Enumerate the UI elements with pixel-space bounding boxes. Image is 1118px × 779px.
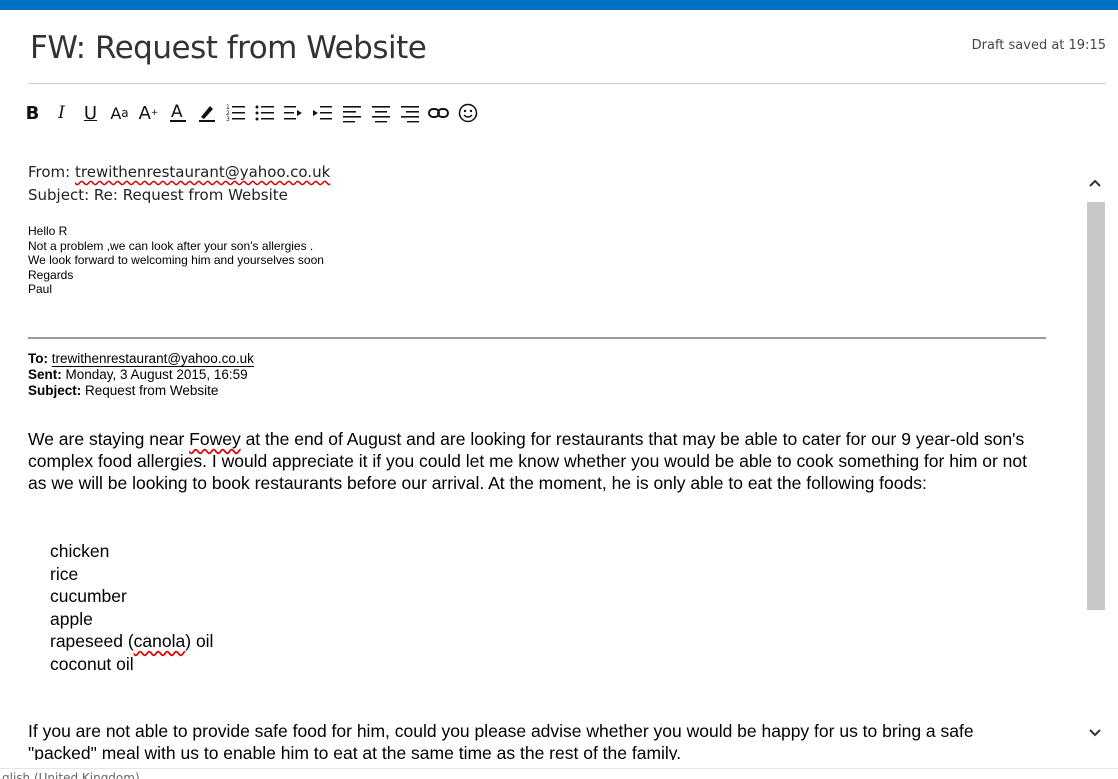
draft-status: Draft saved at 19:15	[971, 38, 1106, 53]
to-line: To: trewithenrestaurant@yahoo.co.uk	[28, 351, 254, 366]
reply-line: Paul	[28, 282, 53, 296]
original-paragraph: We are staying near Fowey at the end of …	[28, 429, 1028, 493]
list-item: cucumber	[50, 586, 127, 607]
closing-paragraph: If you are not able to provide safe food…	[28, 721, 974, 760]
from-label: From:	[28, 163, 71, 181]
svg-text:A: A	[171, 102, 183, 122]
original-message-header: To: trewithenrestaurant@yahoo.co.uk Sent…	[28, 351, 254, 399]
food-list: chicken rice cucumber apple rapeseed (ca…	[50, 540, 213, 676]
page-title[interactable]: FW: Request from Website	[30, 30, 427, 66]
vertical-scrollbar[interactable]	[1083, 158, 1107, 763]
reply-line: We look forward to welcoming him and you…	[28, 253, 324, 267]
misspelled-word: Fowey	[189, 429, 241, 449]
title-row: FW: Request from Website Draft saved at …	[0, 10, 1118, 84]
quote-divider	[28, 337, 1046, 339]
align-left-icon[interactable]	[339, 97, 364, 129]
increase-indent-icon[interactable]	[310, 97, 335, 129]
list-item: rice	[50, 563, 79, 584]
original-subject-line: Subject: Request from Website	[28, 383, 219, 398]
reply-line: Hello R	[28, 224, 68, 238]
reply-line: Not a problem ,we can look after your so…	[28, 238, 314, 253]
scroll-down-button[interactable]	[1083, 718, 1107, 748]
forward-subject-line: Subject: Re: Request from Website	[28, 186, 288, 204]
align-right-icon[interactable]	[397, 97, 422, 129]
title-divider	[28, 83, 1106, 84]
grow-font-icon[interactable]: A +	[136, 97, 161, 129]
italic-icon[interactable]: I	[49, 97, 74, 129]
list-item: chicken	[50, 541, 110, 561]
scroll-up-button[interactable]	[1083, 168, 1107, 198]
bold-icon[interactable]: B	[20, 97, 45, 129]
misspelled-word: canola	[133, 631, 186, 652]
list-item: rapeseed (canola) oil	[50, 631, 214, 652]
align-center-icon[interactable]	[368, 97, 393, 129]
formatting-toolbar: B I U Aa A + A 123	[20, 97, 484, 129]
font-size-icon[interactable]: Aa	[107, 97, 132, 129]
font-color-icon[interactable]: A	[165, 97, 190, 129]
list-item: coconut oil	[50, 653, 134, 674]
list-item: apple	[50, 608, 93, 629]
emoji-icon[interactable]	[455, 97, 480, 129]
underline-icon[interactable]: U	[78, 97, 103, 129]
subject-value: Re: Request from Website	[93, 186, 288, 204]
message-body[interactable]: From: trewithenrestaurant@yahoo.co.uk Su…	[28, 160, 1058, 760]
forward-from-line: From: trewithenrestaurant@yahoo.co.uk	[28, 163, 330, 181]
highlight-icon[interactable]	[194, 97, 219, 129]
scroll-thumb[interactable]	[1087, 202, 1105, 610]
chevron-down-icon	[1089, 729, 1101, 737]
reply-text: Hello R Not a problem ,we can look after…	[28, 224, 324, 297]
bullet-list-icon[interactable]	[252, 97, 277, 129]
from-address: trewithenrestaurant@yahoo.co.uk	[75, 163, 331, 181]
reply-line: Regards	[28, 267, 74, 282]
top-accent-bar	[0, 0, 1118, 10]
status-bar: glish (United Kingdom)	[0, 768, 1118, 779]
numbered-list-icon[interactable]: 123	[223, 97, 248, 129]
chevron-up-icon	[1089, 179, 1101, 187]
to-address[interactable]: trewithenrestaurant@yahoo.co.uk	[52, 351, 254, 366]
subject-label: Subject:	[28, 186, 90, 204]
decrease-indent-icon[interactable]	[281, 97, 306, 129]
insert-link-icon[interactable]	[426, 97, 451, 129]
sent-line: Sent: Monday, 3 August 2015, 16:59	[28, 367, 248, 382]
svg-text:3: 3	[226, 116, 230, 123]
